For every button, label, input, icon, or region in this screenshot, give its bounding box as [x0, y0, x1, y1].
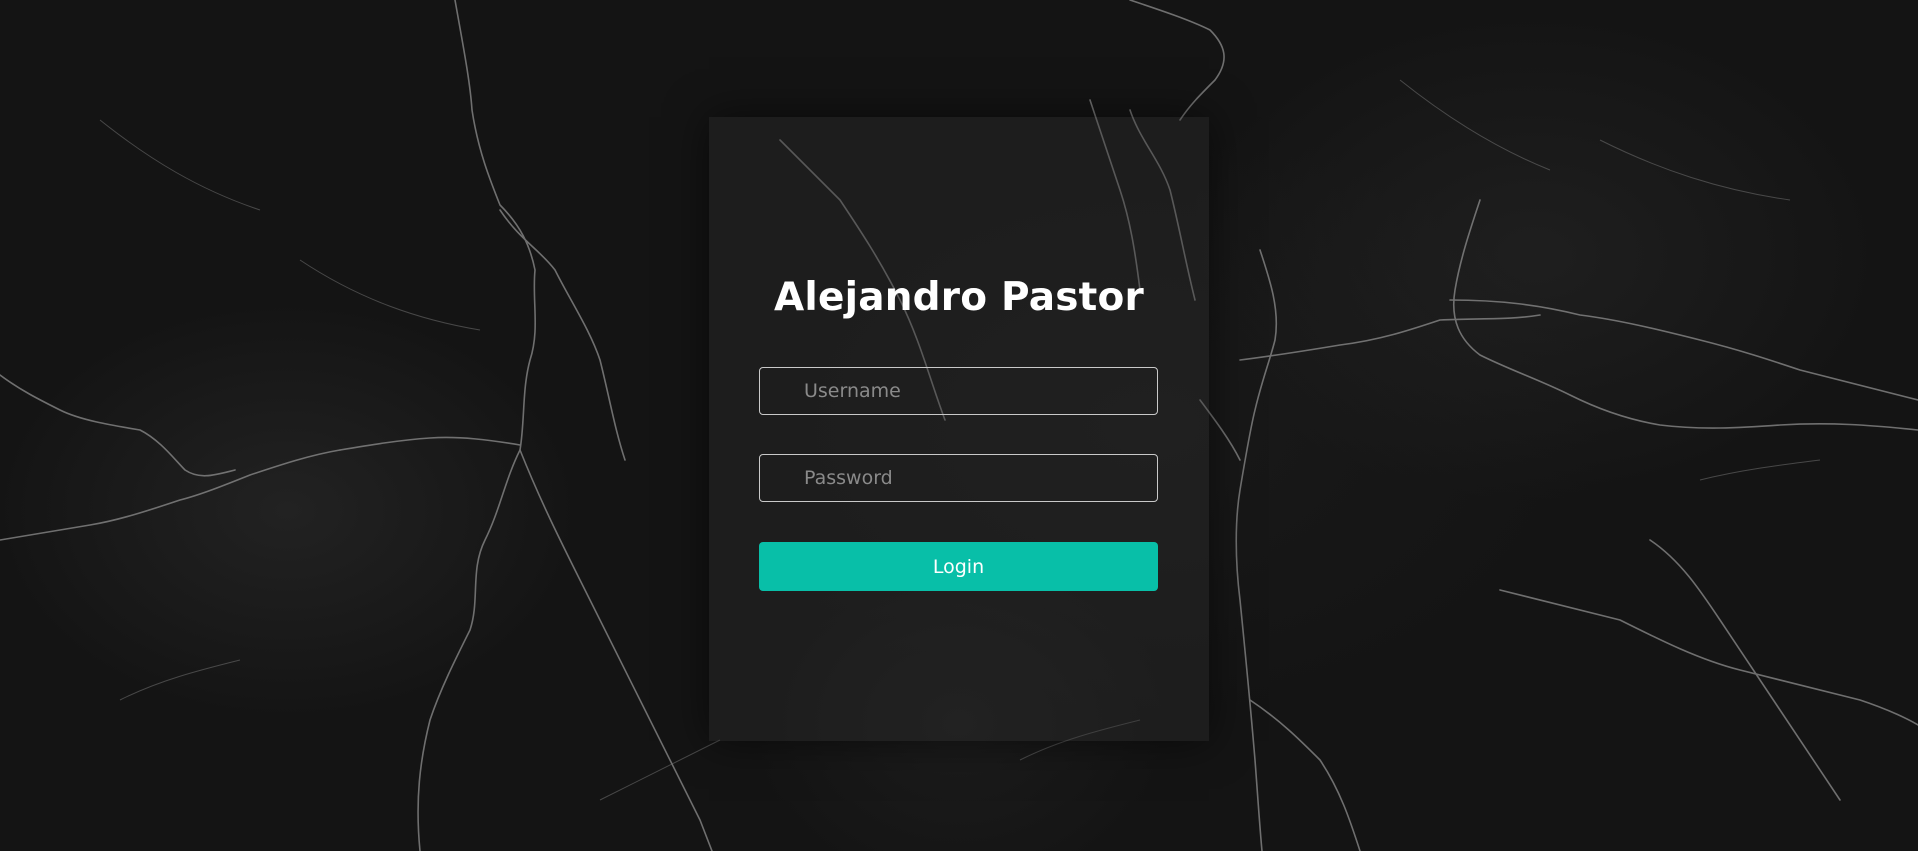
password-input[interactable] [759, 454, 1158, 502]
page-title: Alejandro Pastor [774, 275, 1144, 320]
login-card [709, 117, 1209, 741]
login-button[interactable]: Login [759, 542, 1158, 591]
login-page: Alejandro Pastor Login [0, 0, 1918, 851]
username-input[interactable] [759, 367, 1158, 415]
